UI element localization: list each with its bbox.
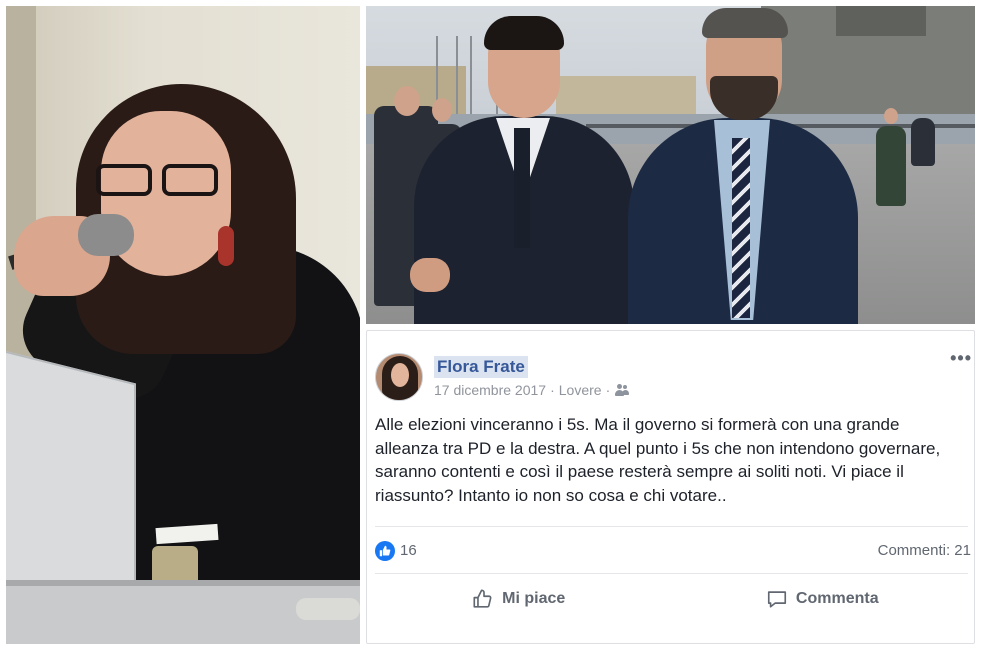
post-header: Flora Frate 17 dicembre 2017 · Lovere · … bbox=[367, 331, 974, 401]
man-left-tie bbox=[514, 128, 530, 248]
thumbs-up-icon bbox=[473, 589, 492, 608]
comment-bubble-icon bbox=[767, 591, 786, 608]
castle-tower bbox=[836, 6, 926, 36]
speaker-glasses bbox=[96, 164, 226, 198]
friends-icon[interactable] bbox=[614, 384, 630, 396]
man-left-hair bbox=[484, 16, 564, 50]
facebook-post: Flora Frate 17 dicembre 2017 · Lovere · … bbox=[366, 330, 975, 644]
post-stats: 16 Commenti: 21 bbox=[367, 527, 974, 571]
speaker-earring bbox=[218, 226, 234, 266]
post-location-link[interactable]: Lovere bbox=[559, 381, 602, 399]
background-building bbox=[556, 76, 696, 118]
man-right-tie bbox=[732, 138, 750, 318]
meta-separator: · bbox=[550, 382, 555, 398]
like-count[interactable]: 16 bbox=[400, 542, 417, 560]
post-body-text: Alle elezioni vinceranno i 5s. Ma il gov… bbox=[375, 415, 941, 505]
background-person-head bbox=[432, 98, 452, 122]
post-meta: 17 dicembre 2017 · Lovere · bbox=[434, 381, 630, 399]
meta-separator: · bbox=[605, 382, 611, 398]
street-photo bbox=[366, 6, 975, 324]
pen bbox=[296, 598, 360, 620]
author-name-link[interactable]: Flora Frate bbox=[434, 356, 528, 378]
post-date-link[interactable]: 17 dicembre 2017 bbox=[434, 381, 546, 399]
comments-count-link[interactable]: Commenti: 21 bbox=[878, 542, 971, 560]
background-person bbox=[911, 118, 935, 166]
comment-button[interactable]: Commenta bbox=[671, 574, 975, 624]
like-button[interactable]: Mi piace bbox=[367, 574, 671, 624]
more-options-icon[interactable]: ••• bbox=[950, 349, 972, 367]
microphone-icon bbox=[78, 214, 134, 256]
background-person-head bbox=[884, 108, 898, 124]
background-person-head bbox=[394, 86, 420, 116]
like-reaction-icon[interactable] bbox=[375, 541, 395, 561]
comment-button-label: Commenta bbox=[795, 590, 879, 607]
post-actions-bar: Mi piace Commenta bbox=[367, 574, 974, 624]
background-person bbox=[876, 126, 906, 206]
author-avatar[interactable] bbox=[375, 353, 423, 401]
man-right-hair bbox=[702, 8, 788, 38]
man-left-hand bbox=[410, 258, 450, 292]
speaker-photo bbox=[6, 6, 360, 644]
like-button-label: Mi piace bbox=[502, 590, 566, 607]
